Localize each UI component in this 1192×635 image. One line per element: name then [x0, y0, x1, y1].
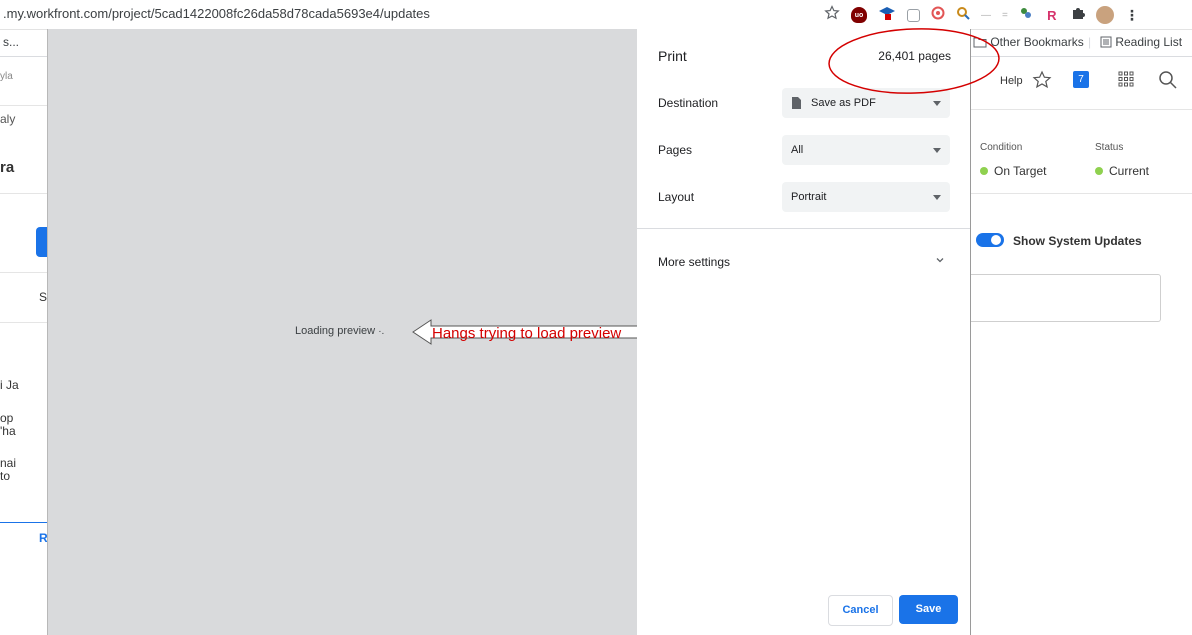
pages-value: All: [791, 144, 804, 156]
print-dialog-sidebar: Print 26,401 pages Destination Save as P…: [637, 29, 971, 635]
left-fragment: to: [0, 469, 11, 483]
divider: [0, 105, 47, 106]
puzzle-icon[interactable]: [1071, 6, 1085, 25]
r-extension-icon[interactable]: R: [1044, 7, 1060, 23]
status-value: Current: [1095, 164, 1149, 178]
bookmark-item[interactable]: s...: [3, 35, 19, 49]
graduation-cap-icon[interactable]: [878, 5, 896, 26]
ublock-icon[interactable]: uo: [851, 7, 867, 23]
dialog-title: Print: [658, 48, 687, 64]
loading-spinner-icon: ·.: [378, 326, 385, 337]
left-fragment: aly: [0, 112, 16, 126]
annotation-ellipse-icon: [828, 28, 1000, 94]
profile-avatar[interactable]: [1095, 6, 1114, 24]
condition-text: On Target: [994, 164, 1047, 178]
search-icon[interactable]: [1158, 70, 1178, 95]
divider: [0, 272, 47, 273]
left-fragment: i Ja: [0, 378, 19, 392]
bookmark-separator: |: [1088, 35, 1092, 49]
address-bar[interactable]: .my.workfront.com/project/5cad1422008fc2…: [3, 6, 430, 21]
apps-grid-icon[interactable]: [1118, 71, 1134, 92]
more-settings-toggle[interactable]: More settings: [658, 255, 730, 269]
system-updates-toggle[interactable]: [976, 233, 1004, 247]
left-fragment: S: [39, 290, 48, 304]
chevron-down-icon[interactable]: [935, 255, 945, 265]
status-dot: [1095, 167, 1103, 175]
other-bookmarks-label: Other Bookmarks: [990, 35, 1084, 49]
puzzle-leaf-icon[interactable]: [1019, 6, 1033, 25]
loading-label: Loading preview: [295, 325, 376, 337]
status-label: Status: [1095, 142, 1124, 153]
divider: [970, 193, 1192, 194]
reading-list[interactable]: Reading List: [1100, 35, 1182, 49]
print-preview-area: Loading preview ·. Hangs trying to load …: [47, 29, 729, 635]
update-input[interactable]: [970, 274, 1161, 322]
destination-label: Destination: [658, 96, 719, 110]
menu-kebab-icon[interactable]: ⋮: [1125, 7, 1139, 24]
divider: [0, 522, 47, 523]
left-fragment: 'ha: [0, 424, 16, 438]
divider: [0, 193, 47, 194]
reading-list-icon: [1100, 36, 1112, 48]
destination-value: Save as PDF: [811, 97, 876, 109]
dash-icon[interactable]: —: [981, 10, 991, 21]
left-fragment: yla: [0, 71, 13, 82]
left-fragment: ra: [0, 159, 15, 176]
left-button[interactable]: [36, 227, 47, 257]
annotation-text: Hangs trying to load preview: [432, 325, 622, 342]
toggle-label: Show System Updates: [1013, 234, 1142, 248]
document-icon: [792, 97, 801, 109]
chevron-down-icon: [933, 101, 941, 106]
favorite-star-icon[interactable]: [1032, 70, 1052, 95]
layout-label: Layout: [658, 190, 695, 204]
loading-text: Loading preview ·.: [295, 325, 384, 337]
star-icon[interactable]: [824, 4, 840, 26]
extension-icons: uo — = R ⋮: [824, 4, 1139, 26]
equals-icon[interactable]: =: [1002, 10, 1008, 21]
left-fragment: op: [0, 411, 14, 425]
browser-toolbar: .my.workfront.com/project/5cad1422008fc2…: [0, 0, 1192, 30]
divider: [0, 322, 47, 323]
target-icon[interactable]: [931, 6, 945, 25]
divider: [970, 109, 1192, 110]
cancel-button[interactable]: Cancel: [828, 595, 893, 626]
layout-value: Portrait: [791, 191, 827, 203]
save-button[interactable]: Save: [899, 595, 958, 624]
chevron-down-icon: [933, 148, 941, 153]
notification-badge[interactable]: 7: [1073, 71, 1089, 88]
square-icon[interactable]: [907, 8, 920, 22]
layout-select[interactable]: Portrait: [782, 182, 950, 212]
magnifier-icon[interactable]: [956, 6, 970, 25]
condition-value: On Target: [980, 164, 1046, 178]
left-fragment: nai: [0, 456, 17, 470]
reading-list-label: Reading List: [1115, 35, 1183, 49]
left-page-strip: [0, 57, 47, 635]
dialog-divider: [637, 228, 970, 229]
status-dot: [980, 167, 988, 175]
status-text: Current: [1109, 164, 1150, 178]
chevron-down-icon: [933, 195, 941, 200]
pages-label: Pages: [658, 143, 693, 157]
pages-select[interactable]: All: [782, 135, 950, 165]
condition-label: Condition: [980, 142, 1023, 153]
